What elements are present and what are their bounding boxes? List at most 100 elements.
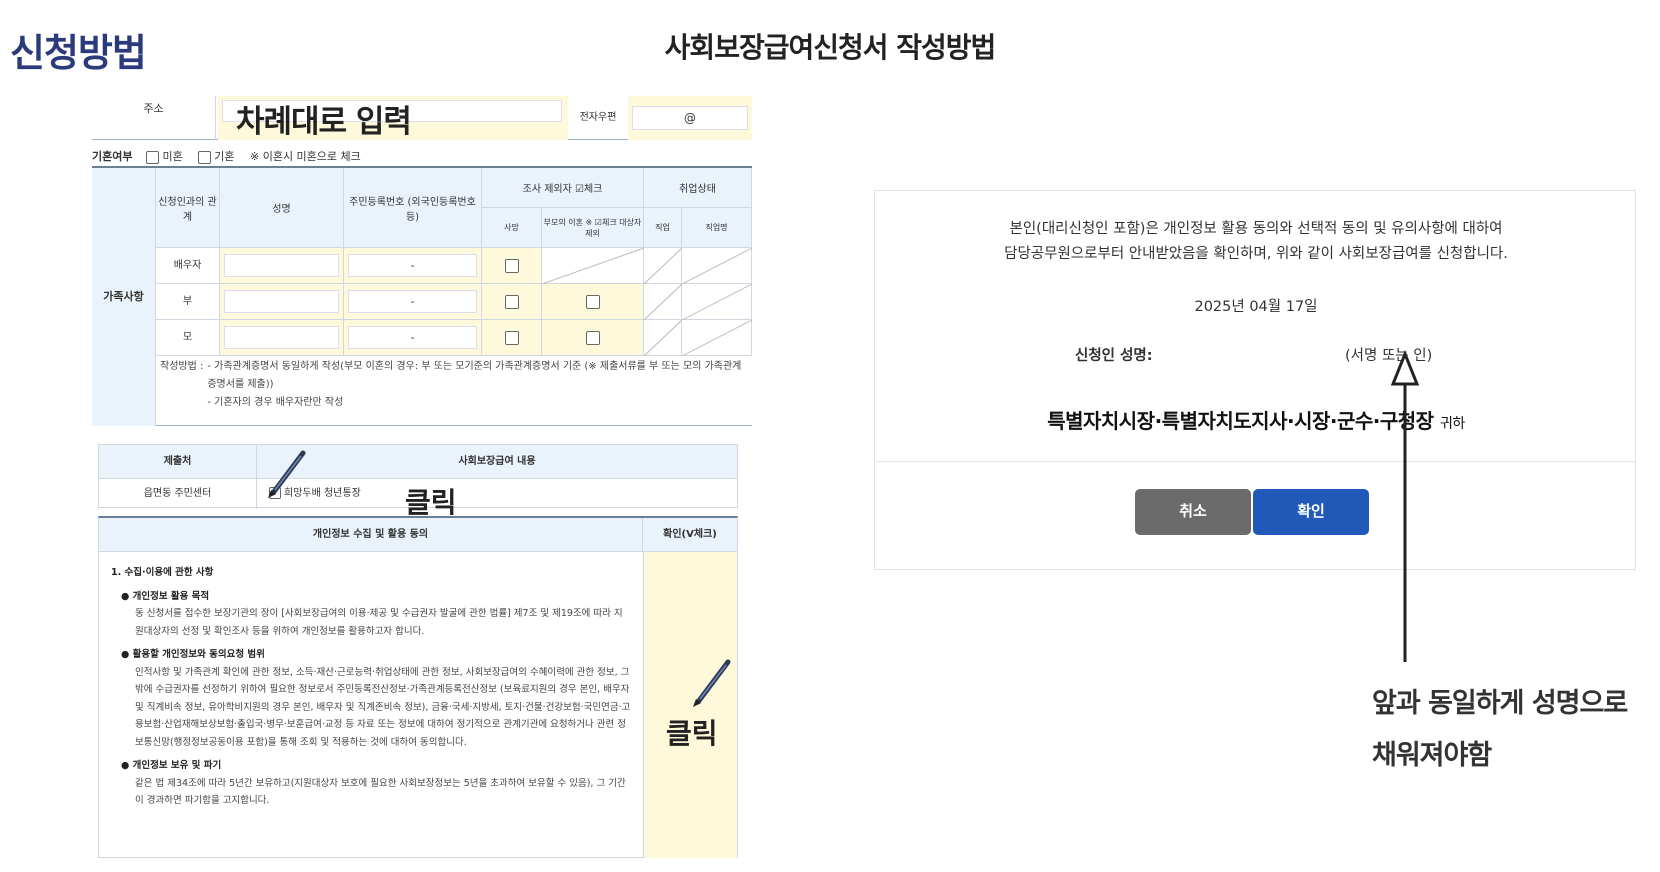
spouse-employed-cell	[644, 248, 682, 284]
father-name-input[interactable]	[224, 290, 339, 313]
consent-item-title: ● 개인정보 활용 목적	[121, 590, 210, 602]
relation-mother: 모	[156, 320, 220, 356]
application-date: 2025년 04월 17일	[1194, 299, 1318, 315]
annotation-line: 앞과 동일하게 성명으로	[1372, 688, 1628, 719]
relation-father: 부	[156, 284, 220, 320]
divorce-subheader: 부모의 이혼 ※ ☑체크 대상자 제외	[542, 208, 644, 248]
annotation-line: 채워져야함	[1372, 740, 1492, 771]
employment-header: 취업상태	[644, 168, 752, 208]
spouse-deceased-checkbox[interactable]	[504, 258, 519, 273]
consent-item-title: ● 개인정보 보유 및 파기	[121, 760, 222, 771]
consent-item-text: 동 신청서를 접수한 보장기관의 장이 [사회보장급여의 이용·제공 및 수급권…	[135, 608, 623, 637]
resident-id-header: 주민등록번호 (외국인등록번호 등)	[344, 168, 482, 248]
family-writing-notes: 작성방법 : - 가족관계증명서 동일하게 작성(부모 이혼의 경우: 부 또는…	[160, 358, 750, 412]
family-table: 가족사항 신청인과의 관계 성명 주민등록번호 (외국인등록번호 등) 조사 제…	[92, 166, 752, 426]
single-label: 미혼	[162, 150, 183, 163]
pen-icon	[693, 659, 731, 707]
single-checkbox[interactable]	[146, 150, 160, 164]
mother-id-input[interactable]: -	[348, 326, 477, 349]
consent-section-title: 1. 수집·이용에 관한 사항	[111, 567, 214, 578]
father-job-cell	[682, 284, 752, 320]
spouse-id-input[interactable]: -	[348, 254, 477, 277]
email-label: 전자우편	[579, 112, 617, 123]
application-confirm-dialog: 본인(대리신청인 포함)은 개인정보 활용 동의와 선택적 동의 및 유의사항에…	[874, 190, 1636, 570]
deceased-subheader: 사망	[482, 208, 542, 248]
name-header: 성명	[220, 168, 344, 248]
spouse-name-input[interactable]	[224, 254, 339, 277]
consent-table: 개인정보 수집 및 활용 동의 확인(V체크) 1. 수집·이용에 관한 사항 …	[98, 516, 738, 858]
father-id-input[interactable]: -	[348, 290, 477, 313]
addressee: 특별자치시장·특별자치도지사·시장·군수·구청장 귀하	[875, 405, 1637, 434]
signature-annotation: 앞과 동일하게 성명으로 채워져야함	[1372, 678, 1660, 782]
mother-job-cell	[682, 320, 752, 356]
note-line: - 가족관계증명서 동일하게 작성(부모 이혼의 경우: 부 또는 모기준의 가…	[207, 361, 742, 390]
consent-form: 제출처 사회보장급여 내용 읍면동 주민센터 희망두배 청년통장 클릭 개인정보…	[96, 440, 740, 860]
marital-note: ※ 이혼시 미혼으로 체크	[249, 150, 361, 163]
married-label: 기혼	[214, 150, 235, 163]
consent-item-text: 같은 법 제34조에 따라 5년간 보유하고(지원대상자 보호에 필요한 사회보…	[135, 777, 626, 807]
addressee-text: 특별자치시장·특별자치도지사·시장·군수·구청장	[1047, 409, 1434, 433]
consent-confirm-cell[interactable]: 클릭	[643, 552, 737, 858]
cancel-button[interactable]: 취소	[1135, 489, 1251, 535]
up-arrow-icon	[1390, 350, 1420, 662]
marital-status-label: 기혼여부	[92, 150, 133, 163]
email-input[interactable]: @	[632, 106, 748, 130]
signature-label: 신청인 성명:	[1075, 348, 1153, 364]
relation-spouse: 배우자	[156, 248, 220, 284]
father-employed-cell	[644, 284, 682, 320]
office-value: 읍면동 주민센터	[99, 479, 257, 509]
submission-table: 제출처 사회보장급여 내용 읍면동 주민센터 희망두배 청년통장 클릭	[98, 444, 738, 519]
married-checkbox[interactable]	[198, 150, 212, 164]
click-instruction-2: 클릭	[666, 717, 718, 750]
relation-header: 신청인과의 관계	[156, 168, 220, 248]
addressee-suffix: 귀하	[1440, 416, 1465, 432]
mother-deceased-cell	[482, 320, 542, 356]
single-option[interactable]: 미혼	[146, 150, 188, 164]
na-diagonal	[682, 248, 752, 284]
spouse-job-cell	[682, 248, 752, 284]
spouse-name-cell	[220, 248, 344, 284]
mother-name-input[interactable]	[224, 326, 339, 349]
mother-deceased-checkbox[interactable]	[504, 330, 519, 345]
address-row: 주소 차례대로 입력 전자우편 @	[92, 96, 752, 140]
na-diagonal	[644, 284, 682, 320]
father-name-cell	[220, 284, 344, 320]
dialog-message-line: 본인(대리신청인 포함)은 개인정보 활용 동의와 선택적 동의 및 유의사항에…	[1009, 221, 1503, 237]
family-info-form: 주소 차례대로 입력 전자우편 @ 기혼여부 미혼 기혼 ※ 이혼시 미혼으로 …	[78, 96, 764, 431]
na-diagonal	[682, 320, 752, 356]
mother-name-cell	[220, 320, 344, 356]
consent-item-title: ● 활용할 개인정보와 동의요청 범위	[121, 649, 265, 660]
spouse-divorce-cell-na	[542, 248, 644, 284]
spouse-id-cell: -	[344, 248, 482, 284]
address-instruction-overlay: 차례대로 입력	[236, 104, 412, 140]
benefit-header: 사회보장급여 내용	[257, 445, 737, 479]
confirm-button[interactable]: 확인	[1253, 489, 1369, 535]
notes-label: 작성방법 :	[160, 361, 204, 372]
address-label: 주소	[92, 96, 216, 140]
father-divorce-checkbox[interactable]	[585, 294, 600, 309]
pen-icon	[268, 450, 306, 498]
father-id-cell: -	[344, 284, 482, 320]
father-deceased-checkbox[interactable]	[504, 294, 519, 309]
slide-heading: 사회보장급여신청서 작성방법	[664, 31, 997, 64]
spouse-deceased-cell	[482, 248, 542, 284]
employed-subheader: 직업	[644, 208, 682, 248]
na-diagonal	[644, 248, 682, 284]
dialog-divider	[875, 461, 1635, 462]
jobseeker-subheader: 직업명	[682, 208, 752, 248]
dialog-message: 본인(대리신청인 포함)은 개인정보 활용 동의와 선택적 동의 및 유의사항에…	[875, 217, 1637, 267]
click-instruction-1: 클릭	[405, 486, 457, 519]
mother-employed-cell	[644, 320, 682, 356]
exclude-header: 조사 제외자 ☑체크	[482, 168, 644, 208]
mother-divorce-cell	[542, 320, 644, 356]
consent-body: 1. 수집·이용에 관한 사항 ● 개인정보 활용 목적 동 신청서를 접수한 …	[111, 564, 631, 810]
father-deceased-cell	[482, 284, 542, 320]
na-diagonal	[644, 320, 682, 356]
consent-item-text: 인적사항 및 가족관계 확인에 관한 정보, 소득·재산·근로능력·취업상태에 …	[135, 666, 631, 748]
consent-header: 개인정보 수집 및 활용 동의	[99, 518, 643, 552]
married-option[interactable]: 기혼	[198, 150, 240, 164]
mother-divorce-checkbox[interactable]	[585, 330, 600, 345]
office-header: 제출처	[99, 445, 257, 479]
marital-status-row: 기혼여부 미혼 기혼 ※ 이혼시 미혼으로 체크	[92, 148, 367, 164]
mother-id-cell: -	[344, 320, 482, 356]
